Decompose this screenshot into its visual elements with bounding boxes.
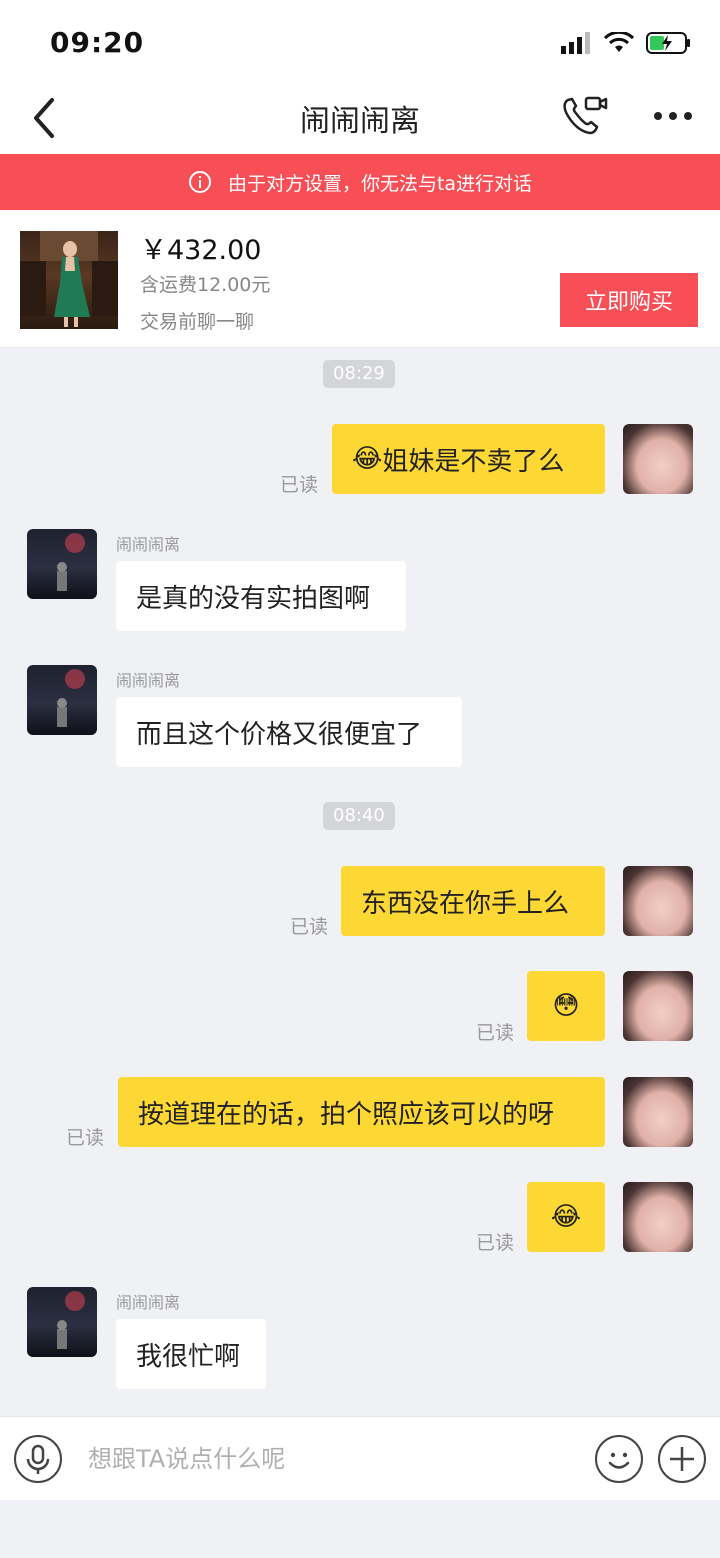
product-price: ￥432.00 <box>140 235 262 266</box>
product-card[interactable]: ￥432.00 含运费12.00元 交易前聊一聊 立即购买 <box>0 210 720 348</box>
status-icons <box>560 30 692 56</box>
shipping-fee: 含运费12.00元 <box>140 274 271 296</box>
video-call-button[interactable] <box>560 94 610 138</box>
page-title: 闹闹闹离 <box>300 104 420 139</box>
battery-icon <box>646 32 690 54</box>
signal-icon <box>561 32 590 54</box>
wifi-icon <box>604 32 634 52</box>
message-bubble-sent[interactable]: 东西没在你手上么 <box>341 866 605 936</box>
sender-name: 闹闹闹离 <box>116 535 181 554</box>
voice-button[interactable] <box>14 1435 62 1483</box>
info-icon <box>188 171 211 193</box>
notice-text: 由于对方设置，你无法与ta进行对话 <box>227 172 533 195</box>
read-receipt: 已读 <box>476 1022 515 1044</box>
home-indicator-area <box>0 1500 720 1558</box>
sender-name: 闹闹闹离 <box>116 1293 181 1312</box>
message-bubble-sent[interactable]: 😳 <box>527 971 605 1041</box>
emoji-button[interactable] <box>595 1435 643 1483</box>
contact-avatar[interactable] <box>27 665 97 735</box>
tears-of-joy-emoji: 😂 <box>352 444 383 474</box>
message-bubble-sent[interactable]: 😂 姐妹是不卖了么 <box>332 424 605 494</box>
buy-now-button[interactable]: 立即购买 <box>560 273 698 327</box>
message-bubble-received[interactable]: 而且这个价格又很便宜了 <box>116 697 462 767</box>
status-time: 09:20 <box>50 26 145 59</box>
microphone-icon <box>26 1444 50 1474</box>
status-bar: 09:20 <box>0 0 720 84</box>
message-bubble-received[interactable]: 我很忙啊 <box>116 1319 266 1389</box>
plus-button[interactable] <box>658 1435 706 1483</box>
read-receipt: 已读 <box>290 916 329 938</box>
contact-avatar[interactable] <box>27 1287 97 1357</box>
read-receipt: 已读 <box>66 1127 105 1149</box>
timestamp: 08:40 <box>323 802 395 830</box>
restriction-notice: 由于对方设置，你无法与ta进行对话 <box>0 154 720 210</box>
nav-bar: 闹闹闹离 <box>0 84 720 154</box>
tears-of-joy-emoji: 😂 <box>550 1202 582 1232</box>
contact-avatar[interactable] <box>27 529 97 599</box>
message-bubble-sent[interactable]: 😂 <box>527 1182 605 1252</box>
timestamp: 08:29 <box>323 360 395 388</box>
read-receipt: 已读 <box>280 474 319 496</box>
my-avatar[interactable] <box>623 1182 693 1252</box>
video-call-icon <box>563 96 608 135</box>
more-dots-icon <box>654 112 692 120</box>
smiley-icon <box>608 1452 630 1469</box>
dress-photo <box>20 231 118 327</box>
input-bar <box>0 1416 720 1500</box>
message-input[interactable] <box>88 1437 548 1481</box>
sender-name: 闹闹闹离 <box>116 671 181 690</box>
product-image[interactable] <box>20 231 118 329</box>
my-avatar[interactable] <box>623 424 693 494</box>
flushed-emoji: 😳 <box>552 991 580 1021</box>
message-bubble-received[interactable]: 是真的没有实拍图啊 <box>116 561 406 631</box>
my-avatar[interactable] <box>623 866 693 936</box>
message-bubble-sent[interactable]: 按道理在的话，拍个照应该可以的呀 <box>118 1077 605 1147</box>
more-button[interactable] <box>650 98 696 134</box>
read-receipt: 已读 <box>476 1232 515 1254</box>
chat-before-trade: 交易前聊一聊 <box>140 311 255 333</box>
my-avatar[interactable] <box>623 1077 693 1147</box>
plus-icon <box>670 1447 694 1471</box>
my-avatar[interactable] <box>623 971 693 1041</box>
